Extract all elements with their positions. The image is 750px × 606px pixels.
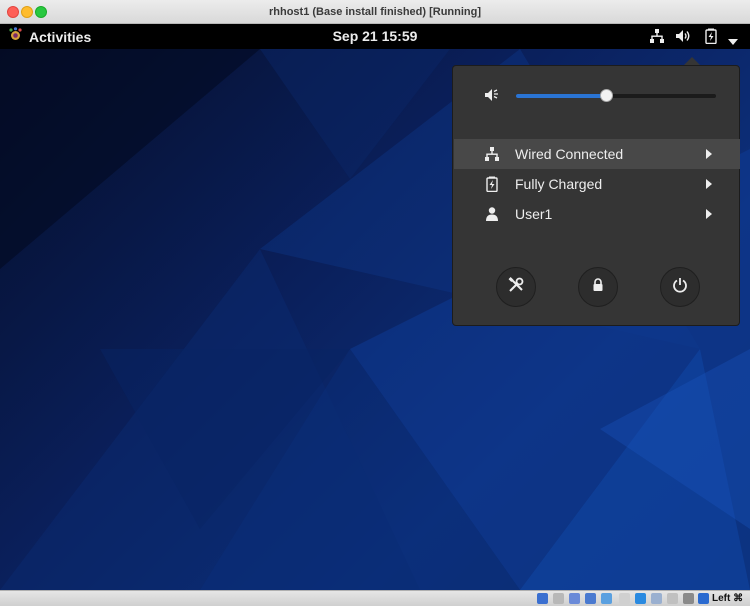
usb-icon[interactable] bbox=[601, 593, 612, 604]
system-menu-popup: Wired Connected Fully Charged User1 bbox=[452, 65, 740, 326]
volume-slider[interactable] bbox=[516, 89, 716, 102]
audio-icon[interactable] bbox=[569, 593, 580, 604]
volume-icon bbox=[675, 28, 691, 49]
network-adapter-icon[interactable] bbox=[585, 593, 596, 604]
submenu-arrow-icon bbox=[706, 179, 712, 189]
window-titlebar: rhhost1 (Base install finished) [Running… bbox=[0, 0, 750, 24]
power-icon bbox=[672, 277, 688, 298]
network-wired-icon bbox=[649, 28, 665, 49]
settings-tools-icon bbox=[508, 276, 524, 298]
volume-row bbox=[453, 84, 739, 106]
system-tray-button[interactable] bbox=[634, 24, 750, 51]
menu-item-fully-charged[interactable]: Fully Charged bbox=[454, 169, 740, 199]
clock-button[interactable]: Sep 21 15:59 bbox=[333, 28, 418, 44]
activities-label: Activities bbox=[29, 28, 92, 45]
volume-slider-fill bbox=[516, 94, 606, 98]
menu-item-label: Fully Charged bbox=[515, 176, 603, 192]
network-wired-icon bbox=[484, 146, 500, 167]
recording-icon[interactable] bbox=[651, 593, 662, 604]
gnome-top-bar: Activities Sep 21 15:59 bbox=[0, 24, 750, 51]
cpu-icon[interactable] bbox=[667, 593, 678, 604]
menu-item-label: User1 bbox=[515, 206, 553, 222]
volume-muted-icon bbox=[484, 87, 500, 108]
battery-charged-icon bbox=[703, 28, 719, 49]
menu-item-label: Wired Connected bbox=[515, 146, 624, 162]
host-key-label: Left ⌘ bbox=[712, 593, 744, 604]
mouse-integration-icon[interactable] bbox=[683, 593, 694, 604]
gnome-foot-icon bbox=[8, 26, 23, 47]
lock-button[interactable] bbox=[578, 267, 618, 307]
host-key-arrow-icon bbox=[698, 593, 709, 604]
shared-folders-icon[interactable] bbox=[619, 593, 630, 604]
settings-button[interactable] bbox=[496, 267, 536, 307]
battery-charged-icon bbox=[484, 176, 500, 197]
display-icon[interactable] bbox=[635, 593, 646, 604]
volume-slider-handle[interactable] bbox=[600, 89, 613, 102]
hard-disk-icon[interactable] bbox=[537, 593, 548, 604]
submenu-arrow-icon bbox=[706, 209, 712, 219]
lock-icon bbox=[591, 277, 605, 297]
optical-drive-icon[interactable] bbox=[553, 593, 564, 604]
vm-status-bar: Left ⌘ bbox=[0, 590, 750, 606]
power-button[interactable] bbox=[660, 267, 700, 307]
user-icon bbox=[484, 206, 500, 227]
menu-item-user1[interactable]: User1 bbox=[454, 199, 740, 229]
menu-item-wired-connected[interactable]: Wired Connected bbox=[454, 139, 740, 169]
window-title: rhhost1 (Base install finished) [Running… bbox=[268, 6, 482, 18]
activities-button[interactable]: Activities bbox=[8, 24, 91, 49]
submenu-arrow-icon bbox=[706, 149, 712, 159]
